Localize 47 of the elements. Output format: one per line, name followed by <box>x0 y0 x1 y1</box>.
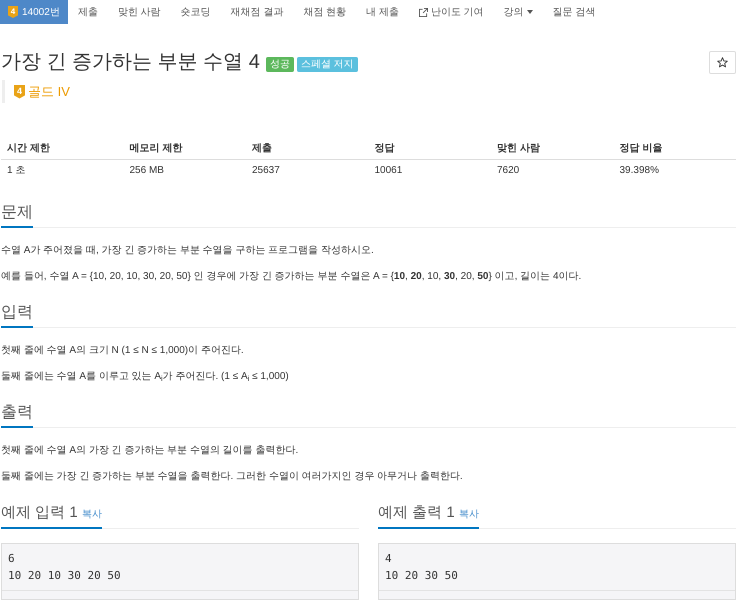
copy-link[interactable]: 복사 <box>458 509 479 520</box>
star-icon <box>717 57 728 68</box>
nav-link[interactable]: 숏코딩 <box>170 0 221 24</box>
paragraph: 수열 A가 주어졌을 때, 가장 긴 증가하는 부분 수열을 구하는 프로그램을 작성하시오. <box>1 244 375 258</box>
nav-link[interactable]: 질문 검색 <box>542 0 606 24</box>
nav-link[interactable]: 제출 <box>68 0 108 24</box>
section-heading: 입력 <box>1 304 33 328</box>
tier-name: 골드 IV <box>28 82 70 101</box>
paragraph: 예를 들어, 수열 A = {10, 20, 10, 30, 20, 50} 인 경우에 가장 긴 증가하는 부분 수열은 A = {10, 20, 10, 30, 20, 50} 이고, 길이는 4이다. <box>1 270 582 284</box>
copy-link[interactable]: 복사 <box>82 509 102 520</box>
section-heading: 출력 <box>1 404 33 428</box>
nav-link[interactable]: 재채점 결과 <box>220 0 294 24</box>
column-header: 맞힌 사람 <box>491 138 614 160</box>
tier-badge: 4 <box>14 84 25 98</box>
sample-title: 예제 출력 1 복사 <box>378 504 479 529</box>
column-header: 정답 <box>368 138 491 160</box>
column-header: 제출 <box>246 138 368 160</box>
table-cell: 25637 <box>246 160 368 181</box>
column-header: 메모리 제한 <box>124 138 246 160</box>
paragraph: 첫째 줄에 수열 A의 가장 긴 증가하는 부분 수열의 길이를 출력한다. <box>1 444 300 458</box>
nav-link[interactable]: 난이도 기여 <box>408 0 494 24</box>
caret-icon <box>526 10 533 14</box>
status-tag: 성공 <box>266 56 294 72</box>
sample-text: 6 10 20 10 30 20 50 <box>7 551 122 584</box>
paragraph: 둘째 줄에는 가장 긴 증가하는 부분 수열을 출력한다. 그러한 수열이 여러가지인 경우 아무거나 출력한다. <box>1 470 464 484</box>
external-link-icon <box>418 8 428 16</box>
table-cell: 7620 <box>491 160 614 181</box>
favorite-button[interactable] <box>709 51 736 74</box>
nav-link[interactable]: 채점 현황 <box>293 0 356 24</box>
paragraph: 첫째 줄에 수열 A의 크기 N (1 ≤ N ≤ 1,000)이 주어진다. <box>1 344 245 358</box>
tier-badge: 4 <box>8 6 18 18</box>
sample-title: 예제 입력 1 복사 <box>1 504 102 529</box>
section-heading: 문제 <box>1 204 33 228</box>
nav-dropdown[interactable]: 강의 <box>494 0 543 24</box>
status-tag: 스페셜 저지 <box>296 56 358 72</box>
column-header: 정답 비율 <box>614 138 736 160</box>
problem-title: 가장 긴 증가하는 부분 수열 4 <box>1 50 260 74</box>
table-cell: 256 MB <box>124 160 246 181</box>
table-cell: 1 초 <box>1 160 124 181</box>
column-header: 시간 제한 <box>1 138 124 160</box>
table-cell: 10061 <box>368 160 491 181</box>
paragraph: 둘째 줄에는 수열 A를 이루고 있는 A$_{i}$가 주어진다. (1 ≤ A$_{i}$ ≤ 1,000) <box>1 370 290 385</box>
nav-link[interactable]: 맞힌 사람 <box>108 0 171 24</box>
table-cell: 39.398% <box>614 160 736 181</box>
nav-link[interactable]: 내 제출 <box>356 0 409 24</box>
problem-tab[interactable]: 4 14002번 <box>0 0 68 24</box>
sample-text: 4 10 20 30 50 <box>384 551 459 584</box>
